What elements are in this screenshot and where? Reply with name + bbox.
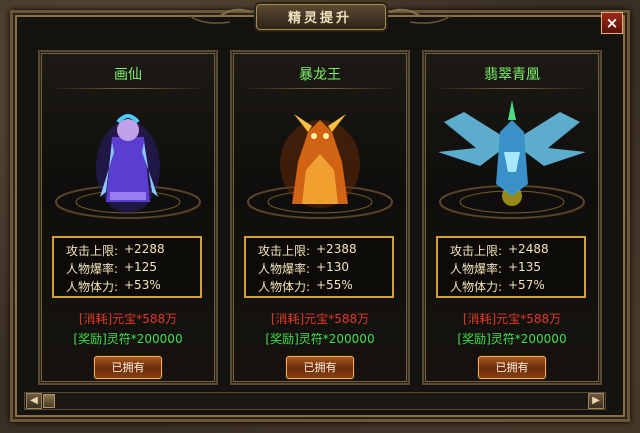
divider xyxy=(242,88,398,89)
stat-attack-row: 攻击上限: +2388 xyxy=(246,242,392,260)
scroll-right-arrow-icon[interactable]: ▶ xyxy=(588,393,604,409)
stat-label: 人物体力: xyxy=(449,280,502,294)
stat-drop-rate-row: 人物爆率: +125 xyxy=(54,260,200,278)
stat-label: 人物爆率: xyxy=(257,262,310,276)
stat-drop-rate-row: 人物爆率: +135 xyxy=(438,260,584,278)
pet-name: 暴龙王 xyxy=(299,67,341,83)
stat-label: 攻击上限: xyxy=(257,244,310,258)
pet-card-dragon-king: 暴龙王 攻击上限: +2388 人物爆率: +130 人物体力: +55% [消… xyxy=(230,50,410,385)
cost-text: [消耗]元宝*588万 xyxy=(462,312,562,326)
pet-card-painter: 画仙 攻击上限: +2288 人物爆率: +125 人物体力: +53% [消耗… xyxy=(38,50,218,385)
pet-card-jade-phoenix: 翡翠青凰 攻击上限: +2488 人物爆率: +135 人物体力: +57% [… xyxy=(422,50,602,385)
stat-value: +130 xyxy=(316,260,349,274)
title-ornament-right-icon xyxy=(390,8,490,24)
stat-value: +55% xyxy=(316,278,353,292)
window-title: 精灵提升 xyxy=(287,11,352,26)
owned-button[interactable]: 已拥有 xyxy=(94,356,162,379)
reward-text: [奖励]灵符*200000 xyxy=(265,332,375,346)
owned-button[interactable]: 已拥有 xyxy=(478,356,546,379)
stat-value: +2488 xyxy=(508,242,549,256)
stat-value: +53% xyxy=(124,278,161,292)
cost-text: [消耗]元宝*588万 xyxy=(78,312,178,326)
stat-value: +135 xyxy=(508,260,541,274)
fairy-painter-icon xyxy=(55,114,201,219)
stat-value: +57% xyxy=(508,278,545,292)
stats-box: 攻击上限: +2388 人物爆率: +130 人物体力: +55% xyxy=(244,236,394,298)
divider xyxy=(50,88,206,89)
stat-label: 人物爆率: xyxy=(65,262,118,276)
reward-text: [奖励]灵符*200000 xyxy=(457,332,567,346)
stat-value: +2288 xyxy=(124,242,165,256)
stats-box: 攻击上限: +2288 人物爆率: +125 人物体力: +53% xyxy=(52,236,202,298)
stats-box: 攻击上限: +2488 人物爆率: +135 人物体力: +57% xyxy=(436,236,586,298)
stat-drop-rate-row: 人物爆率: +130 xyxy=(246,260,392,278)
pet-name: 画仙 xyxy=(114,67,142,83)
divider xyxy=(434,88,590,89)
stat-stamina-row: 人物体力: +53% xyxy=(54,278,200,296)
stat-value: +2388 xyxy=(316,242,357,256)
stat-label: 人物体力: xyxy=(257,280,310,294)
horizontal-scrollbar[interactable] xyxy=(24,392,606,410)
cost-text: [消耗]元宝*588万 xyxy=(270,312,370,326)
stat-label: 人物体力: xyxy=(65,280,118,294)
stat-label: 攻击上限: xyxy=(449,244,502,258)
stat-attack-row: 攻击上限: +2488 xyxy=(438,242,584,260)
stat-stamina-row: 人物体力: +55% xyxy=(246,278,392,296)
fire-dragon-icon xyxy=(247,114,393,219)
close-button[interactable]: × xyxy=(601,12,623,34)
reward-text: [奖励]灵符*200000 xyxy=(73,332,183,346)
stat-label: 人物爆率: xyxy=(449,262,502,276)
scrollbar-thumb[interactable] xyxy=(43,394,55,408)
stat-stamina-row: 人物体力: +57% xyxy=(438,278,584,296)
stat-value: +125 xyxy=(124,260,157,274)
stat-attack-row: 攻击上限: +2288 xyxy=(54,242,200,260)
owned-button[interactable]: 已拥有 xyxy=(286,356,354,379)
scroll-left-arrow-icon[interactable]: ◀ xyxy=(26,393,42,409)
pet-name: 翡翠青凰 xyxy=(484,67,540,83)
stat-label: 攻击上限: xyxy=(65,244,118,258)
title-ornament-left-icon xyxy=(150,8,250,24)
jade-phoenix-icon xyxy=(438,100,586,219)
